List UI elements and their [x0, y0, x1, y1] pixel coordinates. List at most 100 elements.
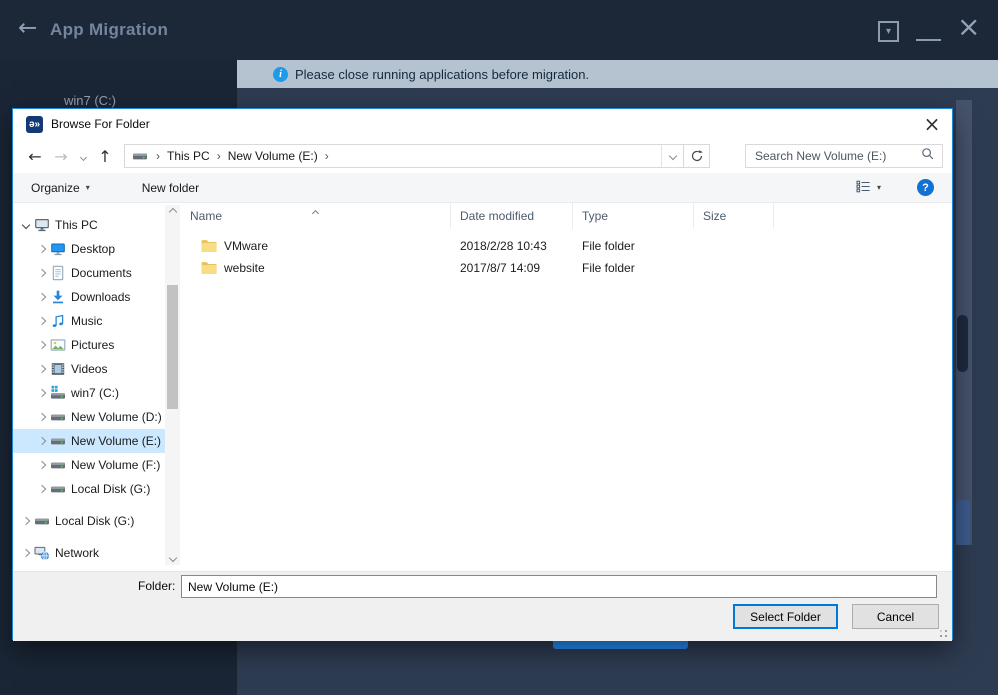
tree-item-label: Network — [55, 546, 100, 560]
dialog-body: This PC Desktop Documents Downloads Music Pic… — [13, 203, 952, 571]
chevron-right-icon[interactable] — [35, 316, 49, 326]
tree-item[interactable]: Local Disk (G:) — [13, 509, 165, 533]
folder-icon — [201, 261, 217, 275]
network-icon — [33, 545, 51, 561]
folder-input[interactable] — [181, 575, 937, 598]
organize-dropdown-icon[interactable]: ▾ — [86, 183, 90, 192]
dialog-close-icon[interactable]: × — [918, 111, 946, 137]
folder-label: Folder: — [138, 579, 176, 593]
drive-icon — [49, 457, 67, 473]
nav-up-icon[interactable]: ↑ — [92, 147, 118, 166]
app-title: App Migration — [50, 20, 169, 39]
address-bar: › This PC › New Volume (E:) › — [124, 144, 710, 168]
tree-item[interactable]: Pictures — [13, 333, 165, 357]
tree-item[interactable]: Local Disk (G:) — [13, 477, 165, 501]
tree-scrollbar-thumb[interactable] — [167, 285, 178, 409]
tree-item-label: Downloads — [71, 290, 131, 304]
organize-button[interactable]: Organize — [31, 181, 80, 195]
drive-icon — [49, 409, 67, 425]
cancel-button[interactable]: Cancel — [852, 604, 939, 629]
tree-item-label: Local Disk (G:) — [55, 514, 135, 528]
search-box[interactable] — [745, 144, 943, 168]
folder-icon — [201, 239, 217, 253]
tree-item-label: Local Disk (G:) — [71, 482, 151, 496]
music-icon — [49, 313, 67, 329]
videos-icon — [49, 361, 67, 377]
breadcrumb-new-volume-e[interactable]: New Volume (E:) — [228, 149, 318, 163]
chevron-right-icon[interactable] — [19, 516, 33, 526]
tree-item-label: This PC — [55, 218, 98, 232]
column-header-date-modified[interactable]: Date modified — [451, 203, 573, 229]
breadcrumb-this-pc[interactable]: This PC — [167, 149, 210, 163]
tree-item-label: Pictures — [71, 338, 115, 352]
column-header-size[interactable]: Size — [694, 203, 774, 229]
close-icon[interactable]: × — [957, 13, 980, 41]
tree-item-label: win7 (C:) — [71, 386, 120, 400]
address-dropdown-icon[interactable] — [661, 145, 683, 167]
scroll-down-icon[interactable] — [165, 553, 180, 563]
tree-item[interactable]: Desktop — [13, 237, 165, 261]
tree-item-label: Documents — [71, 266, 132, 280]
file-row[interactable]: VMware 2018/2/28 10:43 File folder — [181, 235, 952, 257]
tree-item[interactable]: Downloads — [13, 285, 165, 309]
downloads-icon — [49, 289, 67, 305]
chevron-right-icon[interactable] — [35, 340, 49, 350]
tree-item[interactable]: win7 (C:) — [13, 381, 165, 405]
scroll-up-icon[interactable] — [165, 207, 180, 217]
folder-tree: This PC Desktop Documents Downloads Music Pic… — [13, 203, 181, 571]
breadcrumb[interactable]: › This PC › New Volume (E:) › — [125, 145, 661, 167]
chevron-right-icon[interactable] — [19, 548, 33, 558]
tree-item[interactable]: Network — [13, 541, 165, 565]
pictures-icon — [49, 337, 67, 353]
tree-item[interactable]: New Volume (D:) — [13, 405, 165, 429]
file-name: VMware — [224, 239, 269, 253]
search-icon[interactable] — [921, 147, 935, 166]
minimize-icon[interactable] — [916, 39, 941, 41]
chevron-right-icon[interactable] — [35, 436, 49, 446]
select-folder-button[interactable]: Select Folder — [733, 604, 838, 629]
chevron-down-icon[interactable] — [19, 220, 33, 230]
desktop-icon — [49, 241, 67, 257]
tree-item[interactable]: Documents — [13, 261, 165, 285]
nav-back-icon[interactable]: ← — [22, 147, 48, 166]
chevron-right-icon[interactable] — [35, 460, 49, 470]
column-header-type[interactable]: Type — [573, 203, 694, 229]
file-type: File folder — [582, 239, 635, 253]
file-list-header: Name Date modified Type Size — [181, 203, 952, 229]
refresh-icon[interactable] — [683, 145, 709, 167]
chevron-right-icon[interactable] — [35, 268, 49, 278]
tree-item[interactable]: Music — [13, 309, 165, 333]
view-details-icon[interactable] — [856, 180, 871, 196]
tree-item[interactable]: Videos — [13, 357, 165, 381]
app-logo-icon: ə» — [26, 115, 43, 133]
chevron-right-icon[interactable] — [35, 244, 49, 254]
nav-forward-icon[interactable]: → — [48, 147, 74, 166]
back-icon[interactable]: ← — [18, 15, 37, 41]
chevron-right-icon[interactable] — [35, 388, 49, 398]
file-date-modified: 2017/8/7 14:09 — [460, 261, 541, 275]
tree-item-label: New Volume (E:) — [71, 434, 162, 448]
chevron-right-icon[interactable] — [35, 484, 49, 494]
tray-minimize-icon[interactable]: ▾ — [878, 21, 899, 42]
sidebar-item-partial[interactable]: win7 (C:) — [64, 93, 116, 108]
tree-item[interactable]: New Volume (E:) — [13, 429, 165, 453]
file-row[interactable]: website 2017/8/7 14:09 File folder — [181, 257, 952, 279]
notification-text: Please close running applications before… — [295, 66, 590, 82]
browse-for-folder-dialog: ə» Browse For Folder × ← → ↑ › This PC ›… — [12, 108, 953, 641]
search-input[interactable] — [753, 148, 921, 164]
chevron-right-icon[interactable] — [35, 412, 49, 422]
info-icon: i — [273, 66, 288, 82]
breadcrumb-separator: › — [156, 149, 160, 163]
background-scrollbar-thumb[interactable] — [957, 315, 968, 372]
help-icon[interactable]: ? — [917, 179, 934, 196]
resize-grip[interactable] — [937, 627, 947, 637]
chevron-right-icon[interactable] — [35, 292, 49, 302]
view-dropdown-icon[interactable]: ▾ — [877, 183, 881, 192]
file-date-modified: 2018/2/28 10:43 — [460, 239, 547, 253]
nav-history-chevron-icon[interactable] — [74, 147, 92, 165]
tree-scrollbar[interactable] — [165, 205, 180, 565]
chevron-right-icon[interactable] — [35, 364, 49, 374]
tree-item[interactable]: New Volume (F:) — [13, 453, 165, 477]
new-folder-button[interactable]: New folder — [142, 181, 199, 195]
tree-item[interactable]: This PC — [13, 213, 165, 237]
